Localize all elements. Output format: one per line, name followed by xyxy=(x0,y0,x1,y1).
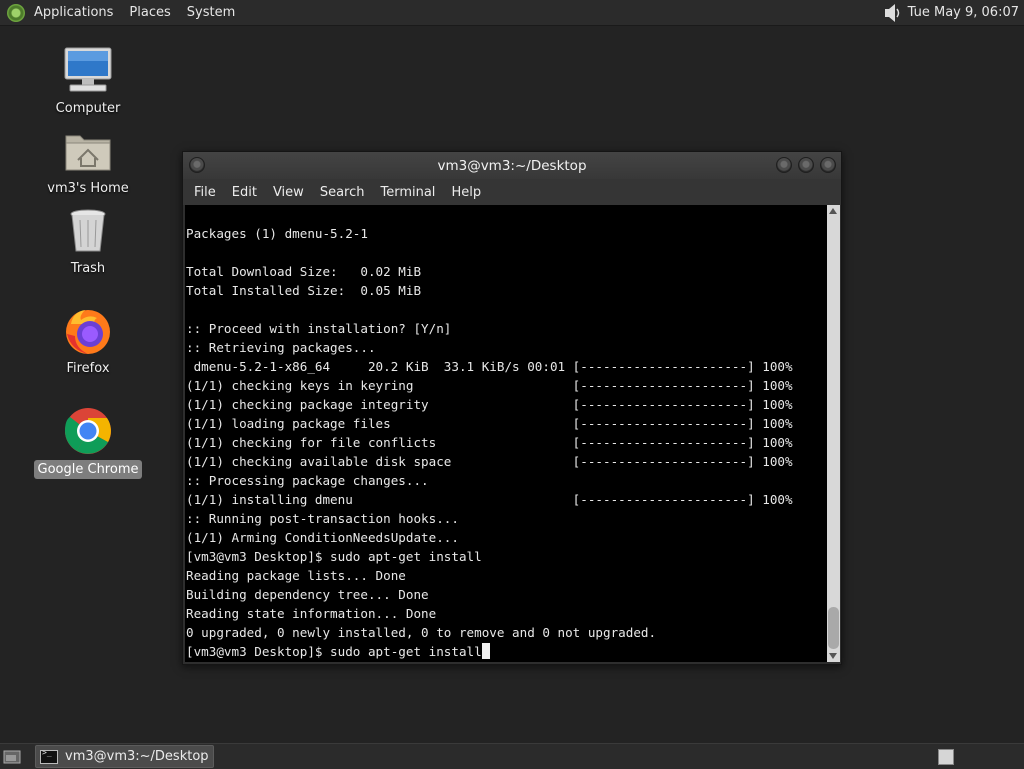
text-cursor xyxy=(481,643,490,659)
desktop-icon-label: Computer xyxy=(55,101,121,116)
computer-icon xyxy=(64,47,112,92)
top-menu: Applications Places System xyxy=(0,0,243,25)
terminal-scrollbar[interactable] xyxy=(827,205,840,662)
minimize-button[interactable] xyxy=(776,157,792,173)
terminal-prompt-line[interactable]: [vm3@vm3 Desktop]$ sudo apt-get install xyxy=(185,642,827,661)
terminal-line: (1/1) Arming ConditionNeedsUpdate... xyxy=(186,530,459,545)
desktop-icon-home[interactable]: vm3's Home xyxy=(33,125,143,197)
prompt-text: [vm3@vm3 Desktop]$ sudo apt-get install xyxy=(186,644,482,659)
firefox-icon xyxy=(66,310,110,354)
menu-file[interactable]: File xyxy=(186,185,224,200)
desktop-icon-label: vm3's Home xyxy=(47,181,129,196)
terminal-output[interactable]: Packages (1) dmenu-5.2-1 Total Download … xyxy=(185,205,827,662)
bottom-panel: vm3@vm3:~/Desktop xyxy=(0,743,1024,769)
window-titlebar[interactable]: vm3@vm3:~/Desktop xyxy=(183,152,841,179)
terminal-window[interactable]: vm3@vm3:~/Desktop File Edit View Search … xyxy=(182,151,842,665)
distro-logo-icon[interactable] xyxy=(7,3,25,22)
maximize-button[interactable] xyxy=(798,157,814,173)
menu-help[interactable]: Help xyxy=(443,185,489,200)
menu-search[interactable]: Search xyxy=(312,185,373,200)
terminal-line: (1/1) checking for file conflicts [-----… xyxy=(186,435,793,450)
window-title: vm3@vm3:~/Desktop xyxy=(437,157,587,174)
menu-view[interactable]: View xyxy=(265,185,312,200)
scrollbar-thumb[interactable] xyxy=(828,607,839,649)
terminal-line: :: Processing package changes... xyxy=(186,473,429,488)
terminal-text: Packages (1) dmenu-5.2-1 Total Download … xyxy=(185,205,827,642)
scroll-down-arrow-icon[interactable] xyxy=(829,653,837,659)
desktop-icon-label: Firefox xyxy=(66,361,110,376)
desktop-icon-label: Google Chrome xyxy=(33,460,143,479)
terminal-icon xyxy=(40,748,58,764)
terminal-line: (1/1) loading package files [-----------… xyxy=(186,416,793,431)
terminal-menubar: File Edit View Search Terminal Help xyxy=(183,179,841,205)
terminal-line: :: Proceed with installation? [Y/n] xyxy=(186,321,452,336)
clock[interactable]: Tue May 9, 06:07 xyxy=(908,5,1019,20)
home-folder-icon xyxy=(65,135,111,171)
menu-edit[interactable]: Edit xyxy=(224,185,265,200)
speaker-icon[interactable] xyxy=(880,3,902,23)
applications-menu[interactable]: Applications xyxy=(26,0,121,25)
chrome-icon xyxy=(65,408,111,454)
terminal-line: Reading state information... Done xyxy=(186,606,437,621)
terminal-line: dmenu-5.2-1-x86_64 20.2 KiB 33.1 KiB/s 0… xyxy=(193,359,793,374)
terminal-line: Total Installed Size: 0.05 MiB xyxy=(186,283,422,298)
scroll-up-arrow-icon[interactable] xyxy=(829,208,837,214)
desktop-icon-firefox[interactable]: Firefox xyxy=(33,305,143,377)
window-menu-button[interactable] xyxy=(189,157,205,173)
terminal-line: (1/1) checking package integrity [------… xyxy=(186,397,793,412)
terminal-line: :: Retrieving packages... xyxy=(186,340,376,355)
close-button[interactable] xyxy=(820,157,836,173)
workspace-switcher-icon[interactable] xyxy=(938,748,954,765)
terminal-line: Packages (1) dmenu-5.2-1 xyxy=(186,226,368,241)
terminal-line: 0 upgraded, 0 newly installed, 0 to remo… xyxy=(186,625,657,640)
trash-icon xyxy=(70,209,106,252)
terminal-line: :: Running post-transaction hooks... xyxy=(186,511,459,526)
task-label: vm3@vm3:~/Desktop xyxy=(65,749,209,764)
terminal-line: Total Download Size: 0.02 MiB xyxy=(186,264,422,279)
top-panel-tray: Tue May 9, 06:07 xyxy=(880,0,1024,25)
desktop-icon-trash[interactable]: Trash xyxy=(33,205,143,277)
top-panel: Applications Places System Tue May 9, 06… xyxy=(0,0,1024,26)
terminal-line: (1/1) checking available disk space [---… xyxy=(186,454,793,469)
terminal-line: [vm3@vm3 Desktop]$ sudo apt-get install xyxy=(186,549,482,564)
terminal-line: Building dependency tree... Done xyxy=(186,587,429,602)
places-menu[interactable]: Places xyxy=(121,0,178,25)
terminal-line: Reading package lists... Done xyxy=(186,568,406,583)
show-desktop-icon[interactable] xyxy=(3,749,21,765)
terminal-line: (1/1) installing dmenu [----------------… xyxy=(186,492,793,507)
terminal-line: (1/1) checking keys in keyring [--------… xyxy=(186,378,793,393)
desktop-icon-computer[interactable]: Computer xyxy=(33,45,143,117)
menu-terminal[interactable]: Terminal xyxy=(372,185,443,200)
desktop-icon-label: Trash xyxy=(70,261,106,276)
desktop-icon-chrome[interactable]: Google Chrome xyxy=(33,405,143,479)
system-menu[interactable]: System xyxy=(179,0,243,25)
taskbar-terminal-button[interactable]: vm3@vm3:~/Desktop xyxy=(35,745,214,768)
